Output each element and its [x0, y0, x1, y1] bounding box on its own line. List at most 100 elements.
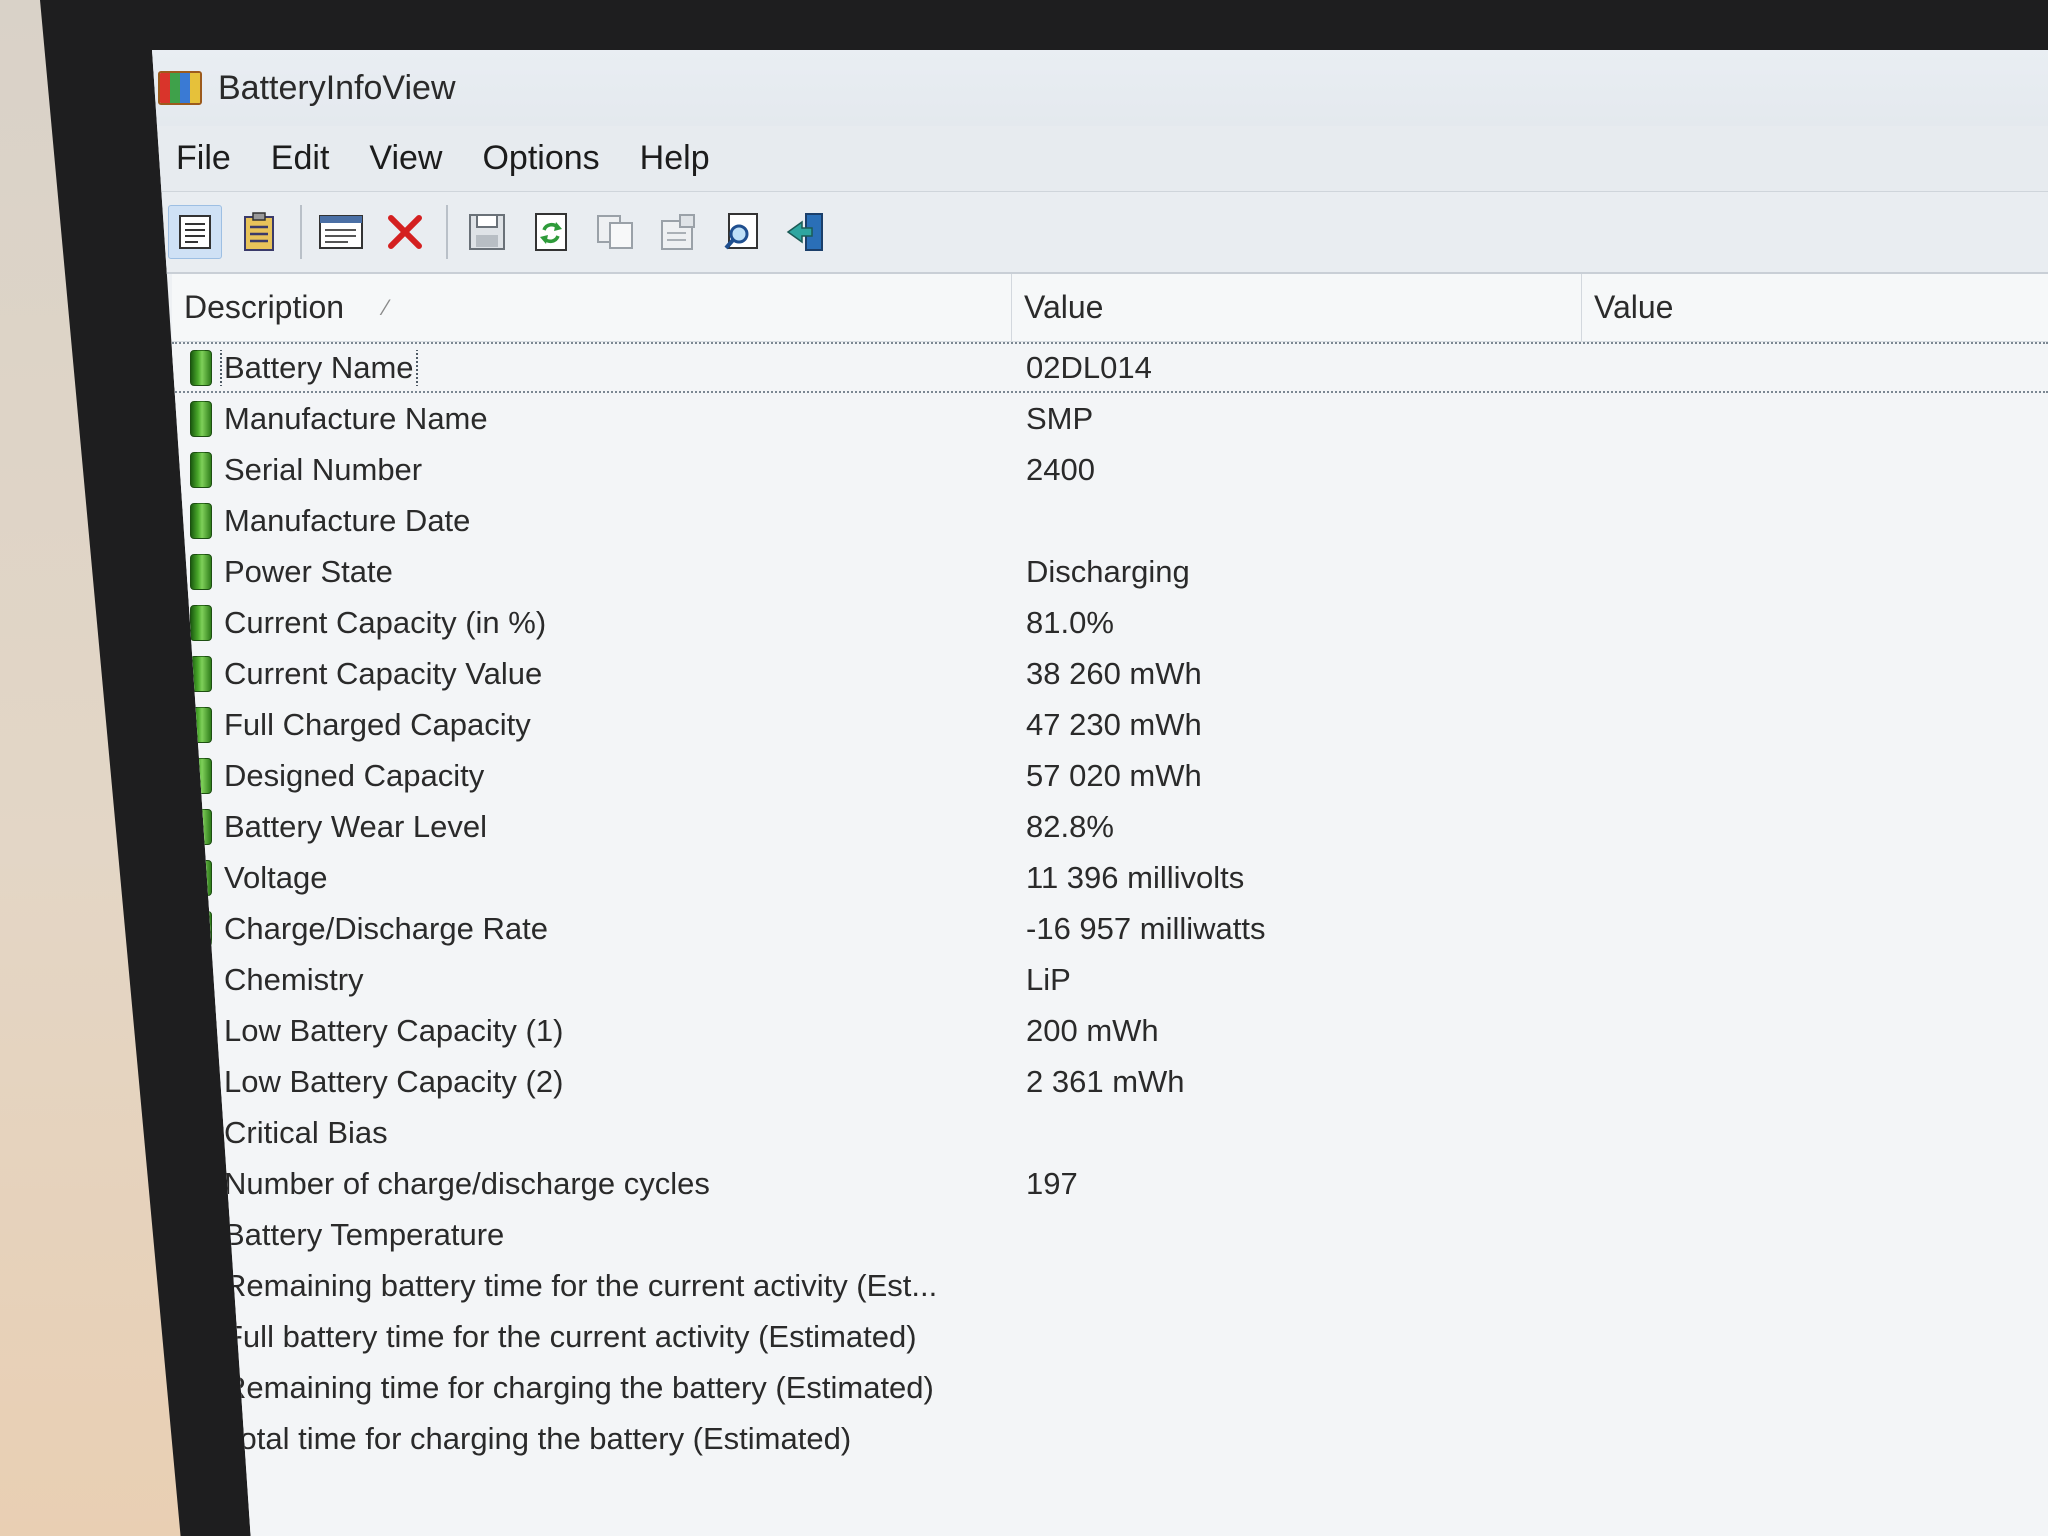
description-cell: Number of charge/discharge cycles [172, 1165, 1012, 1202]
battery-icon [190, 604, 212, 641]
list-item[interactable]: Low Battery Capacity (1) 200 mWh [172, 1005, 2048, 1056]
value-cell: 02DL014 [1026, 349, 1152, 385]
list-item[interactable]: Voltage 11 396 millivolts [172, 852, 2048, 903]
column-header-value[interactable]: Value [1012, 274, 1582, 341]
battery-icon [190, 502, 212, 539]
properties-list-icon [179, 215, 211, 249]
list-item[interactable]: Battery Wear Level 82.8% [172, 801, 2048, 852]
toolbar-separator [446, 205, 448, 259]
description-cell: Remaining battery time for the current a… [172, 1267, 1012, 1304]
delete-button[interactable] [378, 205, 432, 259]
description-cell: Full battery time for the current activi… [172, 1318, 1012, 1355]
description-cell: Designed Capacity [172, 757, 1012, 794]
list-item[interactable]: Power State Discharging [172, 546, 2048, 597]
description-cell: Current Capacity Value [172, 655, 1012, 692]
copy-icon [597, 215, 633, 249]
properties-button[interactable] [652, 205, 706, 259]
find-icon [724, 213, 758, 250]
description-cell: Power State [172, 553, 1012, 590]
description-cell: Chemistry [172, 961, 1012, 998]
item-label: Designed Capacity [224, 757, 485, 793]
menu-file[interactable]: File [176, 139, 231, 178]
list-item[interactable]: Battery Temperature [172, 1209, 2048, 1260]
description-cell: Battery Temperature [172, 1216, 1012, 1253]
value-cell: 2400 [1026, 451, 1095, 487]
value-cell: 81.0% [1026, 604, 1114, 640]
list-item[interactable]: Chemistry LiP [172, 954, 2048, 1005]
description-cell: Total time for charging the battery (Est… [172, 1420, 1012, 1457]
list-item[interactable]: Full Charged Capacity 47 230 mWh [172, 699, 2048, 750]
list-item[interactable]: Critical Bias [172, 1107, 2048, 1158]
find-button[interactable] [716, 205, 770, 259]
list-item[interactable]: Charge/Discharge Rate -16 957 milliwatts [172, 903, 2048, 954]
item-label: Full battery time for the current activi… [224, 1318, 917, 1354]
list-item[interactable]: Current Capacity (in %) 81.0% [172, 597, 2048, 648]
list-item[interactable]: Manufacture Date [172, 495, 2048, 546]
list-item[interactable]: Battery Name 02DL014 [172, 342, 2048, 393]
item-label: Remaining battery time for the current a… [224, 1267, 938, 1303]
item-label: Battery Name [220, 349, 418, 386]
menu-bar: File Edit View Options Help [152, 126, 2048, 192]
refresh-button[interactable] [524, 205, 578, 259]
list-item[interactable]: Number of charge/discharge cycles 197 [172, 1158, 2048, 1209]
exit-button[interactable] [780, 205, 834, 259]
list-item[interactable]: Total time for charging the battery (Est… [172, 1413, 2048, 1464]
list-item[interactable]: Serial Number 2400 [172, 444, 2048, 495]
battery-icon [190, 349, 212, 386]
value-cell: Discharging [1026, 553, 1190, 589]
save-button[interactable] [460, 205, 514, 259]
description-cell: Full Charged Capacity [172, 706, 1012, 743]
item-label: Charge/Discharge Rate [224, 910, 548, 946]
list-item[interactable]: Low Battery Capacity (2) 2 361 mWh [172, 1056, 2048, 1107]
item-label: Low Battery Capacity (2) [224, 1063, 564, 1099]
value-cell: 11 396 millivolts [1026, 859, 1245, 895]
item-label: Battery Temperature [224, 1216, 505, 1252]
list-item[interactable]: Full battery time for the current activi… [172, 1311, 2048, 1362]
refresh-icon [535, 213, 567, 251]
menu-view[interactable]: View [369, 139, 442, 178]
item-label: Current Capacity (in %) [224, 604, 547, 640]
copy-button[interactable] [588, 205, 642, 259]
list-item[interactable]: Remaining battery time for the current a… [172, 1260, 2048, 1311]
menu-help[interactable]: Help [640, 139, 710, 178]
list-item[interactable]: Manufacture Name SMP [172, 393, 2048, 444]
item-label: Critical Bias [224, 1114, 388, 1150]
description-cell: Current Capacity (in %) [172, 604, 1012, 641]
value-cell: LiP [1026, 961, 1071, 997]
summary-list-icon [244, 212, 274, 251]
battery-info-list: Description ⁄ Value Value Battery Name 02… [172, 274, 2048, 1536]
list-item[interactable]: Remaining time for charging the battery … [172, 1362, 2048, 1413]
value-cell: 82.8% [1026, 808, 1114, 844]
description-cell: Serial Number [172, 451, 1012, 488]
column-header-description[interactable]: Description ⁄ [172, 274, 1012, 341]
summary-list-button[interactable] [232, 205, 286, 259]
value-cell: 47 230 mWh [1026, 706, 1202, 742]
description-cell: Low Battery Capacity (1) [172, 1012, 1012, 1049]
html-report-button[interactable] [314, 205, 368, 259]
sort-arrow-icon: ⁄ [384, 294, 388, 320]
list-item[interactable]: Current Capacity Value 38 260 mWh [172, 648, 2048, 699]
delete-icon [388, 215, 422, 249]
item-label: Chemistry [224, 961, 364, 997]
save-icon [469, 214, 505, 250]
value-cell: 57 020 mWh [1026, 757, 1202, 793]
menu-edit[interactable]: Edit [271, 139, 330, 178]
item-label: Remaining time for charging the battery … [224, 1369, 934, 1405]
item-label: Number of charge/discharge cycles [224, 1165, 710, 1201]
description-cell: Manufacture Name [172, 400, 1012, 437]
description-cell: Manufacture Date [172, 502, 1012, 539]
menu-options[interactable]: Options [482, 139, 599, 178]
app-window: BatteryInfoView File Edit View Options H… [152, 50, 2048, 1536]
list-item[interactable]: Designed Capacity 57 020 mWh [172, 750, 2048, 801]
column-header-value-2[interactable]: Value [1582, 274, 2048, 341]
item-label: Voltage [224, 859, 328, 895]
description-cell: Voltage [172, 859, 1012, 896]
battery-app-icon [158, 71, 202, 105]
battery-icon [190, 553, 212, 590]
properties-list-button[interactable] [168, 205, 222, 259]
properties-icon [661, 214, 695, 250]
window-title: BatteryInfoView [218, 68, 456, 107]
value-cell: SMP [1026, 400, 1094, 436]
description-cell: Critical Bias [172, 1114, 1012, 1151]
item-label: Manufacture Name [224, 400, 488, 436]
